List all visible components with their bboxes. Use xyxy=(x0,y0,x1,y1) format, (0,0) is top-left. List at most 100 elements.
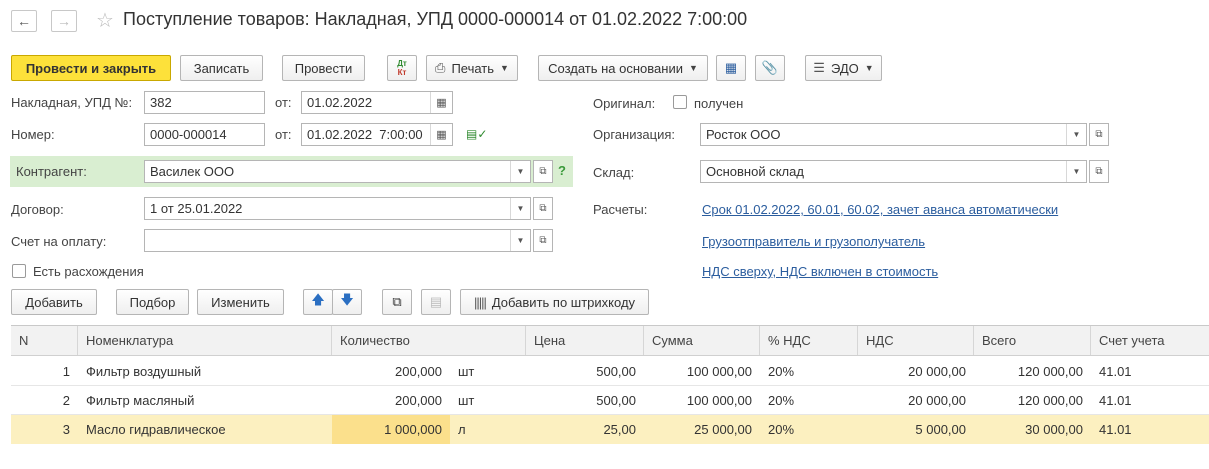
warehouse-field[interactable]: Основной склад ▼ xyxy=(700,160,1087,183)
edo-button[interactable]: ☰ ЭДО ▼ xyxy=(805,55,882,81)
forward-button[interactable]: → xyxy=(51,10,77,32)
cell-qty: 200,000 xyxy=(395,392,442,408)
original-label: Оригинал: xyxy=(593,96,656,111)
contract-field[interactable]: 1 от 25.01.2022 ▼ xyxy=(144,197,531,220)
post-button[interactable]: Провести xyxy=(282,55,365,81)
header-vat-rate[interactable]: % НДС xyxy=(760,326,858,355)
cell-vat: 5 000,00 xyxy=(915,422,966,437)
settlements-label: Расчеты: xyxy=(593,202,648,217)
help-icon[interactable]: ? xyxy=(558,163,566,178)
discrepancy-checkbox[interactable] xyxy=(12,264,26,278)
header-price[interactable]: Цена xyxy=(526,326,644,355)
open-icon[interactable]: ⧉ xyxy=(533,229,553,252)
cell-price: 500,00 xyxy=(596,363,636,379)
cell-price: 500,00 xyxy=(596,392,636,408)
open-icon[interactable]: ⧉ xyxy=(533,197,553,220)
structure-icon: ▦ xyxy=(724,60,738,75)
invoice-number-value: 382 xyxy=(150,95,172,110)
save-button[interactable]: Записать xyxy=(180,55,263,81)
header-n[interactable]: N xyxy=(11,326,78,355)
barcode-button[interactable]: ||||| Добавить по штрихкоду xyxy=(460,289,649,315)
invoice-date-field[interactable]: 01.02.2022 ▦ xyxy=(301,91,453,114)
cell-unit: шт xyxy=(458,392,475,408)
kt-label: Кт xyxy=(397,68,407,77)
warehouse-label: Склад: xyxy=(593,165,635,180)
cell-vat-rate: 20% xyxy=(768,363,795,379)
add-button[interactable]: Добавить xyxy=(11,289,97,315)
invoice-number-field[interactable]: 382 xyxy=(144,91,265,114)
from-label: от: xyxy=(275,95,292,110)
number-field[interactable]: 0000-000014 xyxy=(144,123,265,146)
dropdown-icon[interactable]: ▼ xyxy=(1066,161,1086,182)
header-sum[interactable]: Сумма xyxy=(644,326,760,355)
original-checkbox[interactable] xyxy=(673,95,687,109)
goods-table: N Номенклатура Количество Цена Сумма % Н… xyxy=(11,325,1209,444)
cell-unit: л xyxy=(458,422,466,437)
cell-qty-active[interactable]: 1 000,000 xyxy=(332,415,450,444)
number-label: Номер: xyxy=(11,127,55,142)
cell-sum: 25 000,00 xyxy=(694,422,752,437)
cell-unit: шт xyxy=(458,363,475,379)
print-button[interactable]: ⎙ Печать ▼ xyxy=(426,55,518,81)
star-icon[interactable]: ☆ xyxy=(96,8,114,33)
calendar-icon[interactable]: ▦ xyxy=(430,92,452,113)
open-icon[interactable]: ⧉ xyxy=(533,160,553,183)
header-name[interactable]: Номенклатура xyxy=(78,326,332,355)
cell-account: 41.01 xyxy=(1099,392,1132,408)
header-qty[interactable]: Количество xyxy=(332,326,526,355)
open-icon[interactable]: ⧉ xyxy=(1089,160,1109,183)
paste-icon: ▤ xyxy=(429,294,443,309)
date-time-field[interactable]: 01.02.2022 7:00:00 ▦ xyxy=(301,123,453,146)
cell-name: Фильтр масляный xyxy=(86,392,195,408)
counterparty-label: Контрагент: xyxy=(16,164,87,179)
dropdown-icon[interactable]: ▼ xyxy=(1066,124,1086,145)
move-up-button[interactable]: 🡅 xyxy=(303,289,333,315)
payment-field[interactable]: ▼ xyxy=(144,229,531,252)
page-title: Поступление товаров: Накладная, УПД 0000… xyxy=(123,9,748,29)
barcode-label: Добавить по штрихкоду xyxy=(491,294,636,310)
cell-name: Фильтр воздушный xyxy=(86,363,202,379)
header-total[interactable]: Всего xyxy=(974,326,1091,355)
table-row[interactable]: 2 Фильтр масляный 200,000 шт 500,00 100 … xyxy=(11,386,1209,415)
paste-button[interactable]: ▤ xyxy=(421,289,451,315)
shipper-link[interactable]: Грузоотправитель и грузополучатель xyxy=(702,234,925,249)
date-time-value: 01.02.2022 7:00:00 xyxy=(307,127,423,142)
vat-link[interactable]: НДС сверху, НДС включен в стоимость xyxy=(702,264,938,279)
header-vat[interactable]: НДС xyxy=(858,326,974,355)
printer-icon: ⎙ xyxy=(435,60,446,75)
copy-button[interactable]: ⧉ xyxy=(382,289,412,315)
back-button[interactable]: ← xyxy=(11,10,37,32)
dropdown-icon: ▼ xyxy=(688,63,698,73)
dropdown-icon[interactable]: ▼ xyxy=(510,198,530,219)
table-row-selected[interactable]: 3 Масло гидравлическое 1 000,000 л 25,00… xyxy=(11,415,1209,444)
payment-label: Счет на оплату: xyxy=(11,234,107,249)
attach-button[interactable]: 📎 xyxy=(755,55,785,81)
dt-kt-button[interactable]: Дт Кт xyxy=(387,55,417,81)
barcode-icon: ||||| xyxy=(473,294,487,310)
edit-button[interactable]: Изменить xyxy=(197,289,284,315)
organization-field[interactable]: Росток ООО ▼ xyxy=(700,123,1087,146)
calendar-icon[interactable]: ▦ xyxy=(430,124,452,145)
counterparty-field[interactable]: Василек ООО ▼ xyxy=(144,160,531,183)
select-button[interactable]: Подбор xyxy=(116,289,189,315)
create-based-button[interactable]: Создать на основании ▼ xyxy=(538,55,708,81)
cell-account: 41.01 xyxy=(1099,363,1132,379)
post-close-button[interactable]: Провести и закрыть xyxy=(11,55,171,81)
table-row[interactable]: 1 Фильтр воздушный 200,000 шт 500,00 100… xyxy=(11,357,1209,386)
up-arrow-icon: 🡅 xyxy=(311,292,325,307)
checkmark-icon[interactable]: ▤✓ xyxy=(466,127,487,141)
dropdown-icon[interactable]: ▼ xyxy=(510,161,530,182)
structure-button[interactable]: ▦ xyxy=(716,55,746,81)
dropdown-icon[interactable]: ▼ xyxy=(510,230,530,251)
cell-n: 2 xyxy=(62,392,70,408)
organization-label: Организация: xyxy=(593,127,676,142)
settlements-link[interactable]: Срок 01.02.2022, 60.01, 60.02, зачет ава… xyxy=(702,202,1058,217)
move-down-button[interactable]: 🡇 xyxy=(332,289,362,315)
invoice-date-value: 01.02.2022 xyxy=(307,95,373,110)
down-arrow-icon: 🡇 xyxy=(340,292,354,307)
edo-label: ЭДО xyxy=(830,60,859,76)
cell-qty: 200,000 xyxy=(395,363,442,379)
cell-total: 120 000,00 xyxy=(1017,392,1083,408)
header-account[interactable]: Счет учета xyxy=(1091,326,1209,355)
open-icon[interactable]: ⧉ xyxy=(1089,123,1109,146)
